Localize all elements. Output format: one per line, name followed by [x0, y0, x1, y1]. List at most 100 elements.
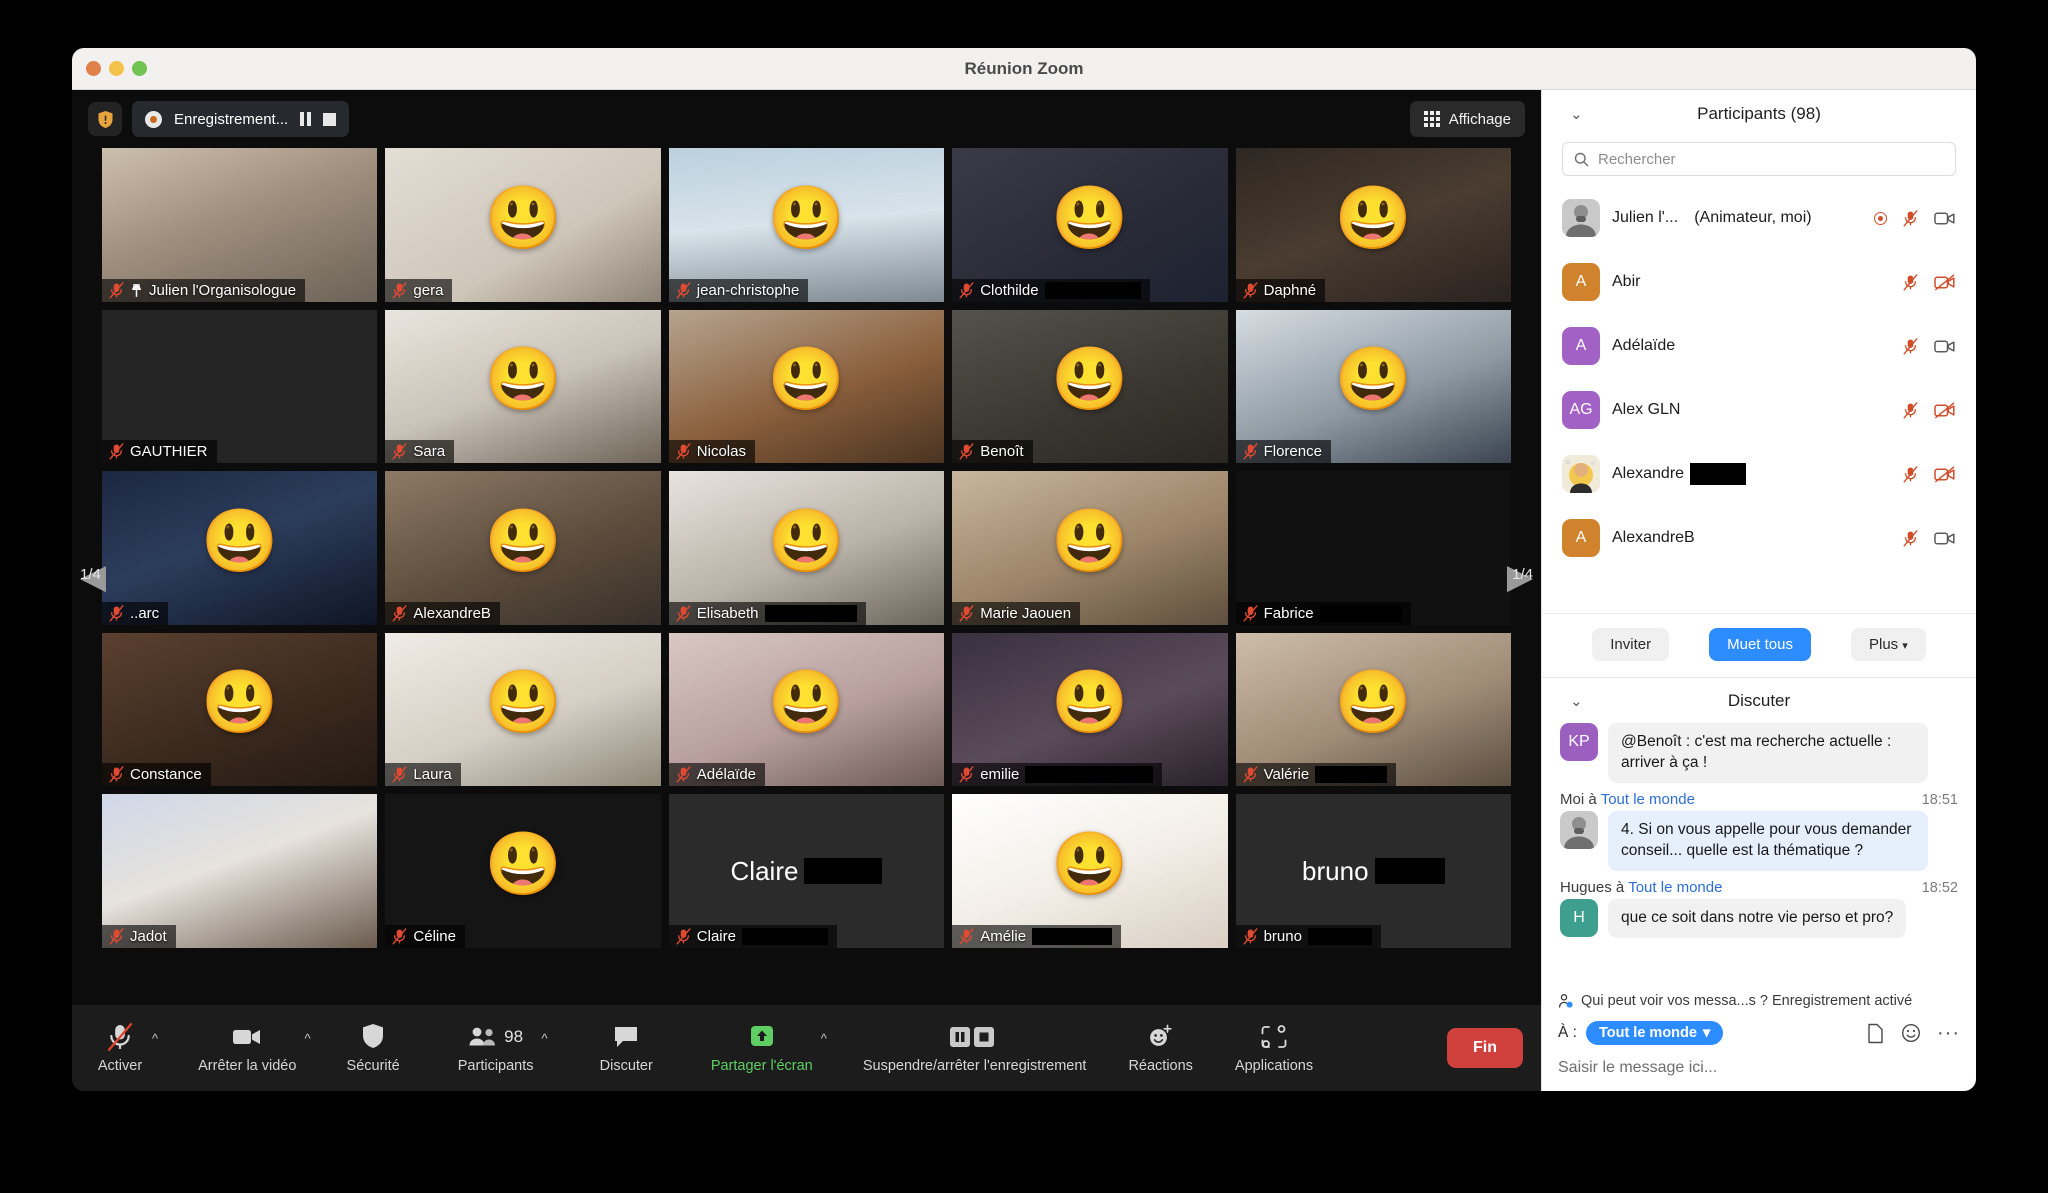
tile-participant-name: Clothilde [980, 282, 1038, 299]
participant-row[interactable]: AAbir [1562, 250, 1956, 314]
participant-row[interactable]: Julien l'...(Animateur, moi) [1562, 186, 1956, 250]
tile-participant-name: Céline [413, 928, 456, 945]
chat-title: Discuter [1542, 691, 1976, 711]
camera-on-icon[interactable] [1934, 210, 1956, 227]
tile-participant-name: Valérie [1264, 766, 1310, 783]
participant-row[interactable]: AGAlex GLN [1562, 378, 1956, 442]
chevron-up-icon[interactable]: ^ [542, 1031, 548, 1046]
pause-icon[interactable] [300, 112, 311, 126]
tile-participant-name: Claire [697, 928, 736, 945]
toolbar-group: Applications [1229, 1023, 1319, 1074]
video-tile[interactable]: 😃Valérie [1236, 633, 1511, 787]
toolbar-button-label: Activer [98, 1058, 142, 1074]
video-tile[interactable]: 😃gera [385, 148, 660, 302]
video-tile[interactable]: 😃Benoît [952, 310, 1227, 464]
chat-message-input[interactable]: Saisir le message ici... [1558, 1059, 1960, 1077]
video-camera-icon [232, 1023, 262, 1051]
camera-off-icon[interactable] [1934, 274, 1956, 291]
video-tile[interactable]: 😃Daphné [1236, 148, 1511, 302]
tile-namebar: emilie [952, 763, 1162, 786]
video-tile[interactable]: Jadot [102, 794, 377, 948]
face-emoji-overlay: 😃 [1051, 511, 1128, 573]
close-button[interactable] [86, 61, 101, 76]
toolbar-button-activer[interactable]: Activer [90, 1023, 150, 1074]
video-tile[interactable]: Fabrice [1236, 471, 1511, 625]
video-tile[interactable]: 😃Florence [1236, 310, 1511, 464]
camera-on-icon[interactable] [1934, 338, 1956, 355]
tile-namebar: Céline [385, 925, 465, 948]
video-tile[interactable]: 😃Céline [385, 794, 660, 948]
tile-participant-name: Sara [413, 443, 445, 460]
toolbar-button-r-actions[interactable]: Réactions [1122, 1023, 1198, 1074]
microphone-muted-icon [392, 928, 407, 945]
video-tile[interactable]: 😃AlexandreB [385, 471, 660, 625]
emoji-icon[interactable] [1901, 1023, 1921, 1043]
face-emoji-overlay: 😃 [484, 511, 561, 573]
more-button[interactable]: Plus▾ [1851, 628, 1926, 661]
toolbar-button-arr-ter-la-vid-o[interactable]: Arrêter la vidéo [192, 1023, 302, 1074]
view-button[interactable]: Affichage [1410, 101, 1525, 137]
toolbar-button-suspendre-arr-ter-l-enregistrement[interactable]: Suspendre/arrêter l'enregistrement [857, 1023, 1093, 1074]
video-tile[interactable]: 😃Elisabeth [669, 471, 944, 625]
video-tile[interactable]: ClaireClaire [669, 794, 944, 948]
video-tile[interactable]: GAUTHIER [102, 310, 377, 464]
microphone-muted-icon [1243, 766, 1258, 783]
pause-stop-recording-icon [949, 1023, 1001, 1051]
file-icon[interactable] [1866, 1023, 1885, 1044]
video-tile[interactable]: 😃Marie Jaouen [952, 471, 1227, 625]
end-meeting-button[interactable]: Fin [1447, 1028, 1523, 1068]
tile-participant-name: Fabrice [1264, 605, 1314, 622]
participant-controls [1903, 274, 1956, 291]
mute-all-button[interactable]: Muet tous [1709, 628, 1811, 661]
participant-name: Alex GLN [1612, 401, 1680, 419]
video-tile[interactable]: 😃Constance [102, 633, 377, 787]
chat-message-text: 4. Si on vous appelle pour vous demander… [1608, 811, 1928, 871]
camera-off-icon[interactable] [1934, 402, 1956, 419]
video-tile[interactable]: 😃Clothilde [952, 148, 1227, 302]
toolbar-button-discuter[interactable]: Discuter [594, 1023, 659, 1074]
participants-list[interactable]: Julien l'...(Animateur, moi)AAbirAAdélaï… [1542, 186, 1976, 613]
microphone-muted-icon [392, 443, 407, 460]
security-shield-icon[interactable] [88, 102, 122, 136]
toolbar-button-s-curit[interactable]: Sécurité [341, 1023, 406, 1074]
video-tile[interactable]: 😃jean-christophe [669, 148, 944, 302]
participant-row[interactable]: AAlexandreB [1562, 506, 1956, 570]
participant-row[interactable]: Alexandre [1562, 442, 1956, 506]
video-tile[interactable]: 😃Sara [385, 310, 660, 464]
minimize-button[interactable] [109, 61, 124, 76]
chevron-up-icon[interactable]: ^ [152, 1031, 158, 1046]
participant-row[interactable]: AAdélaïde [1562, 314, 1956, 378]
chat-messages[interactable]: KP@Benoît : c'est ma recherche actuelle … [1542, 723, 1976, 987]
face-emoji-overlay: 😃 [1335, 349, 1412, 411]
chat-collapse-icon[interactable]: ⌄ [1570, 692, 1583, 710]
search-input[interactable]: Rechercher [1562, 142, 1956, 176]
maximize-button[interactable] [132, 61, 147, 76]
camera-on-icon[interactable] [1934, 530, 1956, 547]
face-emoji-overlay: 😃 [484, 672, 561, 734]
video-tile[interactable]: 😃..arc [102, 471, 377, 625]
video-tile[interactable]: 😃Amélie [952, 794, 1227, 948]
chevron-up-icon[interactable]: ^ [304, 1031, 310, 1046]
video-tile[interactable]: 😃emilie [952, 633, 1227, 787]
toolbar-button-participants[interactable]: 98Participants [452, 1023, 540, 1074]
video-tile[interactable]: 😃Laura [385, 633, 660, 787]
toolbar-group: Discuter [594, 1023, 659, 1074]
chat-recipient-value: Tout le monde [1599, 1025, 1697, 1041]
video-tile[interactable]: 😃Nicolas [669, 310, 944, 464]
chevron-up-icon[interactable]: ^ [821, 1031, 827, 1046]
participants-collapse-icon[interactable]: ⌄ [1570, 105, 1583, 123]
video-tile[interactable]: 😃Adélaïde [669, 633, 944, 787]
camera-off-icon[interactable] [1934, 466, 1956, 483]
microphone-muted-icon [1903, 530, 1918, 547]
ellipsis-icon[interactable]: ··· [1937, 1022, 1960, 1045]
video-tile[interactable]: brunobruno [1236, 794, 1511, 948]
toolbar-button-partager-l-cran[interactable]: Partager l'écran [705, 1023, 819, 1074]
invite-button[interactable]: Inviter [1592, 628, 1669, 661]
video-tile[interactable]: Julien l'Organisologue [102, 148, 377, 302]
stop-icon[interactable] [323, 113, 336, 126]
chat-recipient-dropdown[interactable]: Tout le monde ▾ [1586, 1021, 1723, 1045]
redacted-name [1045, 282, 1141, 299]
toolbar-button-applications[interactable]: Applications [1229, 1023, 1319, 1074]
tile-namebar: Daphné [1236, 279, 1326, 302]
page-indicator-left: 1/4 [80, 566, 101, 583]
